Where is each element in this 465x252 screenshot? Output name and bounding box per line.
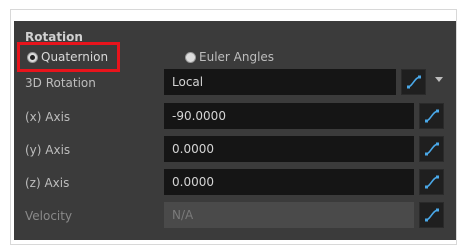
radio-euler-label: Euler Angles [199, 50, 275, 64]
radio-unchecked-icon [185, 51, 196, 63]
function-curve-icon [425, 109, 439, 123]
function-curve-icon [425, 175, 439, 189]
label-3d-rotation: 3D Rotation [25, 76, 96, 90]
radio-euler-angles[interactable]: Euler Angles [185, 50, 274, 64]
function-curve-icon [407, 75, 421, 89]
function-button[interactable] [419, 202, 444, 228]
x-axis-field[interactable]: -90.0000 [164, 103, 414, 129]
label-z-axis: (z) Axis [25, 176, 70, 190]
function-curve-icon [425, 142, 439, 156]
function-button[interactable] [419, 169, 444, 195]
z-axis-field[interactable]: 0.0000 [164, 169, 414, 195]
function-curve-icon [425, 208, 439, 222]
function-button[interactable] [401, 69, 426, 95]
rotation-mode-select[interactable]: Local [164, 69, 396, 95]
radio-quaternion-label: Quaternion [41, 50, 109, 64]
label-x-axis: (x) Axis [25, 110, 71, 124]
radio-checked-icon [27, 51, 38, 63]
chevron-down-icon[interactable] [435, 77, 443, 82]
label-y-axis: (y) Axis [25, 143, 71, 157]
function-button[interactable] [419, 103, 444, 129]
y-axis-field[interactable]: 0.0000 [164, 136, 414, 162]
label-velocity: Velocity [25, 209, 73, 223]
rotation-panel: Rotation Quaternion Euler Angles 3D Rota… [14, 21, 456, 240]
function-button[interactable] [419, 136, 444, 162]
radio-quaternion[interactable]: Quaternion [27, 50, 108, 64]
velocity-field: N/A [164, 202, 414, 228]
